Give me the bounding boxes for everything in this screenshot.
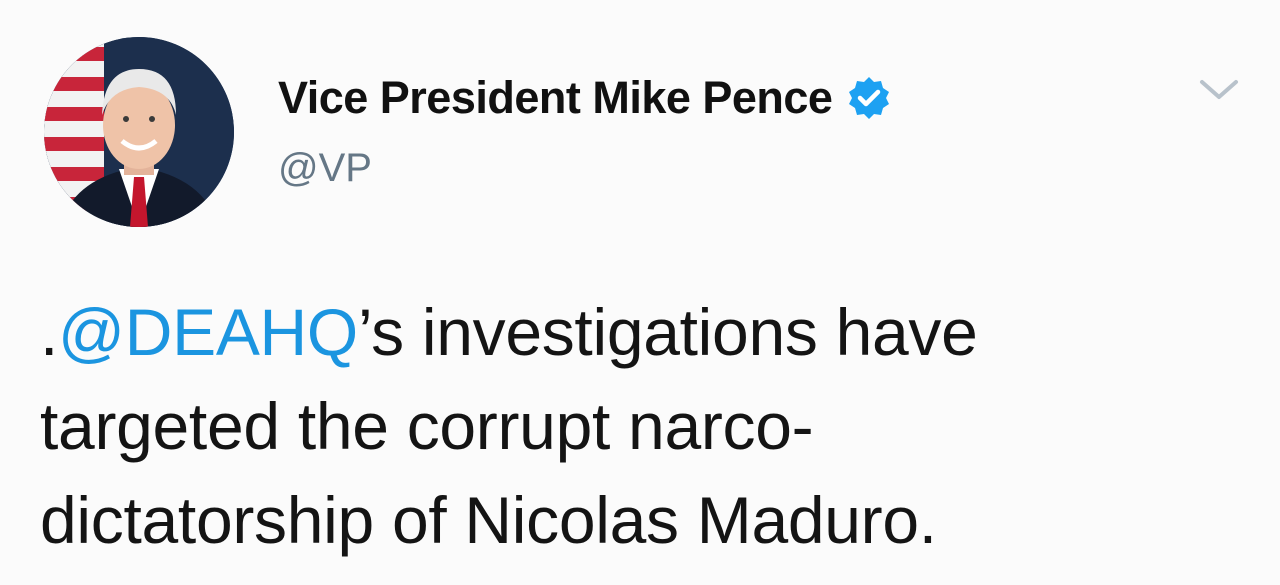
- verified-badge-icon: [846, 75, 892, 121]
- display-name[interactable]: Vice President Mike Pence: [278, 72, 833, 124]
- author-name-row[interactable]: Vice President Mike Pence: [278, 70, 892, 126]
- user-handle[interactable]: @VP: [278, 146, 372, 191]
- tweet-text-line-1-rest: ’s investigations have: [357, 295, 978, 369]
- chevron-down-icon[interactable]: [1196, 72, 1242, 108]
- avatar-photo: [44, 37, 234, 227]
- tweet-prefix: .: [40, 295, 59, 369]
- tweet-text-line-2: targeted the corrupt narco-: [40, 389, 814, 463]
- mention-link[interactable]: @DEAHQ: [58, 295, 358, 369]
- tweet-card: Vice President Mike Pence @VP .@DEAHQ’s …: [0, 0, 1280, 585]
- tweet-text-line-3: dictatorship of Nicolas Maduro.: [40, 483, 937, 557]
- tweet-text-line-1: .@DEAHQ’s investigations have: [40, 285, 1240, 379]
- avatar[interactable]: [44, 37, 234, 227]
- tweet-text: .@DEAHQ’s investigations have targeted t…: [40, 285, 1240, 567]
